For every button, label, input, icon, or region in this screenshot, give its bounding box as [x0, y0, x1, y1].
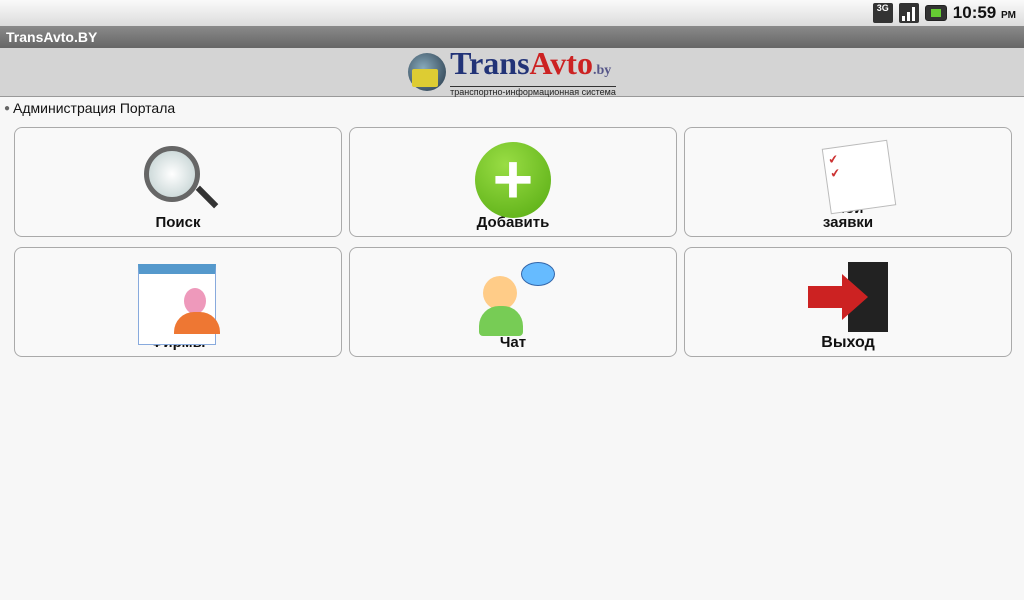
exit-label: Выход	[821, 334, 875, 351]
logo-bar: TransAvto.by транспортно-информационная …	[0, 44, 1024, 97]
exit-button[interactable]: Выход	[684, 247, 1012, 357]
firms-button[interactable]: Фирмы	[14, 247, 342, 357]
status-bar: 3G 10:59 PM	[0, 0, 1024, 26]
section-header: ● Администрация Портала	[0, 97, 1024, 119]
add-button[interactable]: + Добавить	[349, 127, 677, 237]
magnifier-icon	[138, 142, 219, 214]
add-label: Добавить	[476, 214, 550, 231]
plus-icon: +	[473, 142, 553, 218]
clock: 10:59 PM	[953, 3, 1016, 23]
logo-accent: Avto	[529, 44, 593, 81]
clock-ampm: PM	[1001, 10, 1016, 21]
signal-icon	[898, 3, 919, 23]
search-button[interactable]: Поиск	[14, 127, 342, 237]
network-3g-icon: 3G	[872, 3, 893, 23]
logo: TransAvto.by транспортно-информационная …	[408, 44, 616, 97]
logo-main: Trans	[450, 44, 530, 81]
logo-tld: .by	[592, 62, 612, 78]
chat-button[interactable]: Чат	[349, 247, 677, 357]
battery-icon	[924, 5, 947, 21]
logo-tagline: транспортно-информационная система	[450, 85, 616, 97]
checklist-icon: ✔ ✔	[808, 139, 897, 215]
chat-person-icon	[473, 262, 555, 336]
search-label: Поиск	[155, 214, 201, 231]
chat-label: Чат	[499, 334, 527, 351]
contacts-list-icon	[138, 262, 220, 345]
section-title: Администрация Портала	[13, 100, 176, 116]
exit-door-icon	[808, 262, 888, 334]
user-icon: ●	[4, 102, 11, 114]
globe-truck-icon	[408, 53, 447, 91]
clock-time: 10:59	[952, 3, 997, 22]
my-requests-button[interactable]: ✔✔ Мои заявки	[684, 127, 1012, 237]
